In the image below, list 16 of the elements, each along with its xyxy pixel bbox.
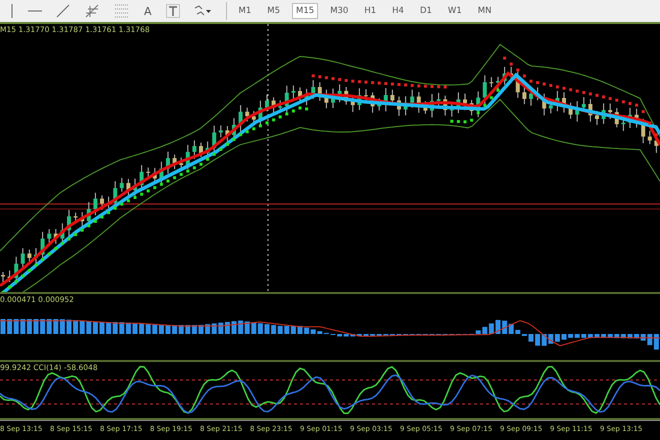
- vertical-line-icon[interactable]: [10, 4, 14, 18]
- fibonacci-icon[interactable]: [84, 3, 100, 19]
- timeframe-button[interactable]: M30: [326, 3, 352, 19]
- timeframe-button[interactable]: H4: [388, 3, 408, 19]
- timeframe-button[interactable]: M5: [263, 3, 284, 19]
- timeframe-button[interactable]: D1: [416, 3, 436, 19]
- timeframe-button[interactable]: MN: [474, 3, 496, 19]
- trend-line-icon[interactable]: [56, 4, 70, 18]
- timeframe-button[interactable]: M15: [292, 3, 318, 19]
- timeframe-button[interactable]: M1: [234, 3, 256, 19]
- timeframe-button[interactable]: H1: [360, 3, 380, 19]
- timeframe-button[interactable]: W1: [444, 3, 466, 19]
- shapes-dropdown-icon[interactable]: [194, 5, 212, 17]
- text-label-icon[interactable]: [166, 4, 180, 18]
- horizontal-line-icon[interactable]: [28, 9, 42, 13]
- text-tool[interactable]: A: [144, 4, 152, 18]
